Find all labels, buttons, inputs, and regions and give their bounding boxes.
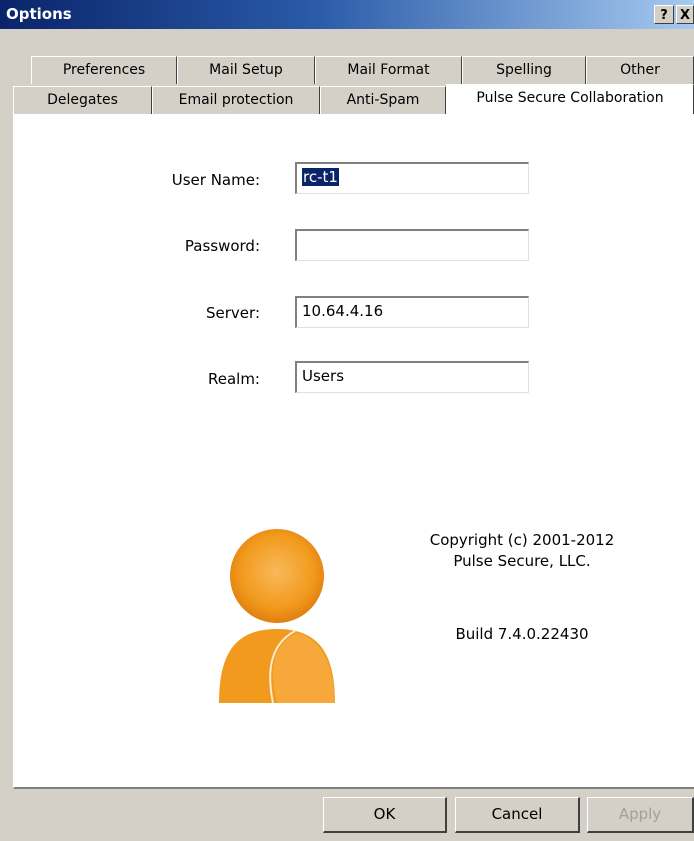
tab-other[interactable]: Other [586,56,694,84]
apply-button[interactable]: Apply [587,797,694,833]
tab-mail-setup[interactable]: Mail Setup [177,56,315,84]
tab-mail-format[interactable]: Mail Format [315,56,462,84]
tab-panel: User Name: rc-t1 Password: Server: 10.64… [13,114,694,789]
tab-spelling[interactable]: Spelling [462,56,586,84]
close-button[interactable]: X [676,5,694,24]
server-label: Server: [206,304,260,322]
username-input[interactable]: rc-t1 [295,162,529,194]
cancel-button[interactable]: Cancel [455,797,580,833]
company-text: Pulse Secure, LLC. [453,552,591,570]
password-label: Password: [184,237,260,255]
username-label: User Name: [171,171,260,189]
window-title: Options [6,5,72,23]
password-input[interactable] [295,229,529,261]
title-bar: Options ? X [0,0,694,29]
help-button[interactable]: ? [654,5,674,24]
username-value: rc-t1 [302,168,339,186]
server-input[interactable]: 10.64.4.16 [295,296,529,328]
build-text: Build 7.4.0.22430 [455,625,589,643]
realm-input[interactable]: Users [295,361,529,393]
realm-label: Realm: [207,370,260,388]
user-person-icon [219,529,335,704]
tab-anti-spam[interactable]: Anti-Spam [320,86,446,114]
tab-email-protection[interactable]: Email protection [152,86,320,114]
tab-preferences[interactable]: Preferences [31,56,177,84]
copyright-text: Copyright (c) 2001-2012 [429,531,615,549]
tab-pulse-secure-collaboration[interactable]: Pulse Secure Collaboration [446,84,694,114]
ok-button[interactable]: OK [323,797,447,833]
tab-delegates[interactable]: Delegates [13,86,152,114]
